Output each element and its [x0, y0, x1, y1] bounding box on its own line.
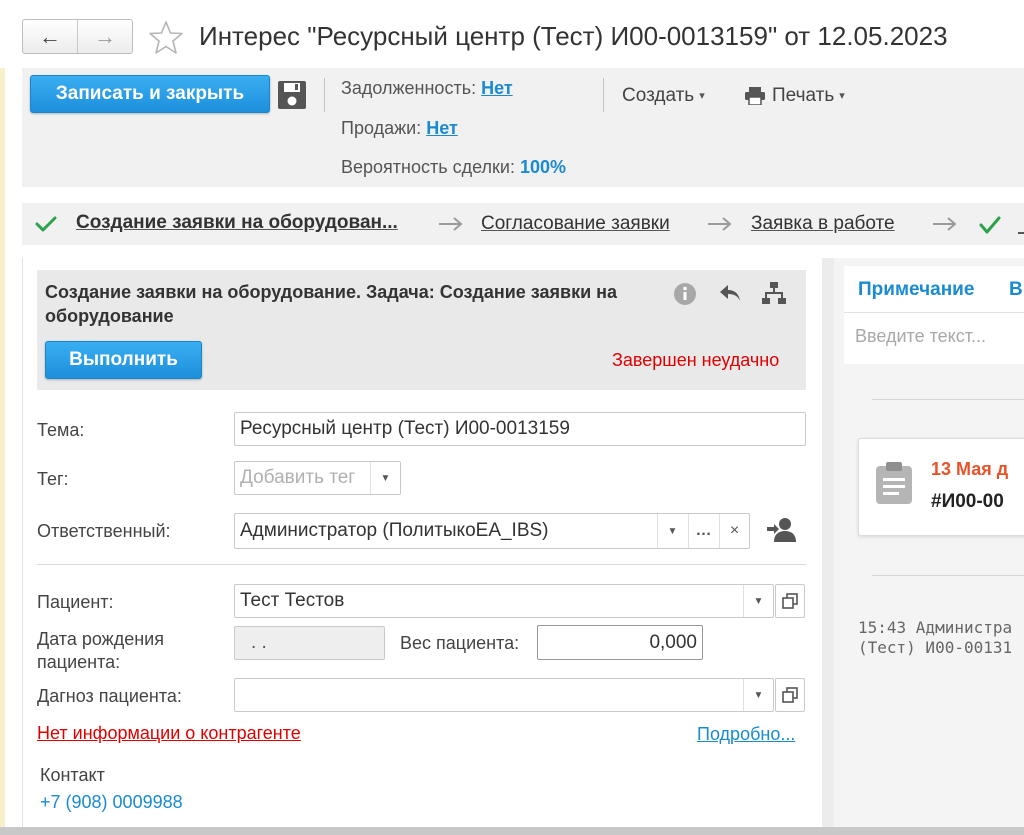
sales-info: Продажи: Нет [341, 118, 458, 139]
debt-link[interactable]: Нет [481, 78, 513, 98]
topic-label: Тема: [37, 420, 85, 440]
weight-input[interactable]: 0,000 [537, 625, 703, 660]
tab-other[interactable]: В [1009, 279, 1023, 301]
weight-label: Вес пациента: [400, 633, 520, 653]
timeline-divider [872, 399, 1024, 400]
tab-divider [844, 312, 1024, 313]
chevron-down-icon[interactable]: ▼ [657, 514, 687, 548]
info-icon[interactable] [673, 282, 697, 306]
favorite-star-icon[interactable] [147, 19, 185, 57]
debt-label: Задолженность: [341, 78, 477, 98]
save-and-close-button[interactable]: Записать и закрыть [30, 75, 270, 113]
execute-button[interactable]: Выполнить [45, 341, 202, 379]
note-input[interactable]: Введите текст... [855, 326, 986, 347]
chevron-down-icon: ▾ [839, 90, 845, 103]
task-title: Создание заявки на оборудование. Задача:… [45, 282, 618, 326]
stage-next-partial[interactable] [1018, 214, 1024, 234]
chevron-down-icon[interactable]: ▼ [370, 462, 400, 494]
chevron-down-icon[interactable]: ▼ [743, 585, 773, 617]
open-window-icon [782, 593, 798, 609]
pane-splitter[interactable] [822, 258, 834, 835]
timeline-divider-2 [872, 575, 1024, 576]
arrow-right-icon [708, 217, 732, 231]
patient-value: Тест Тестов [240, 590, 345, 611]
patient-input[interactable]: Тест Тестов ▼ [234, 584, 774, 618]
tab-note[interactable]: Примечание [858, 279, 974, 301]
open-window-icon [782, 687, 798, 703]
forward-button[interactable]: → [77, 20, 132, 53]
open-patient-button[interactable] [775, 584, 805, 618]
hierarchy-icon[interactable] [761, 281, 787, 305]
probability-value: 100% [519, 157, 567, 177]
tag-placeholder: Добавить тег [240, 467, 356, 488]
toolbar-divider-2 [603, 78, 604, 112]
diagnosis-label: Дагноз пациента: [37, 686, 182, 706]
printer-icon[interactable] [744, 87, 766, 105]
clear-icon[interactable]: × [719, 514, 749, 548]
diagnosis-input[interactable]: ▼ [234, 678, 774, 712]
arrow-right-icon [439, 217, 463, 231]
no-contractor-info-link[interactable]: Нет информации о контрагенте [37, 723, 301, 744]
chevron-down-icon: ▾ [699, 90, 705, 103]
tag-input[interactable]: Добавить тег ▼ [234, 461, 401, 495]
tag-label: Тег: [37, 469, 69, 489]
contact-phone-link[interactable]: +7 (908) 0009988 [40, 792, 183, 813]
stage-approval[interactable]: Согласование заявки [481, 213, 670, 235]
details-link[interactable]: Подробно... [697, 724, 795, 745]
page-title: Интерес "Ресурсный центр (Тест) И00-0013… [199, 21, 948, 51]
event-id: #И00-00 [931, 491, 1004, 512]
responsible-label: Ответственный: [37, 521, 171, 541]
stage-create-request[interactable]: Создание заявки на оборудован... [76, 212, 398, 234]
section-divider [37, 564, 806, 565]
log-line-1: 15:43 Администра [858, 618, 1013, 637]
debt-info: Задолженность: Нет [341, 78, 513, 99]
print-menu-button[interactable]: Печать ▾ [772, 85, 845, 107]
contact-heading: Контакт [40, 765, 105, 785]
stage-in-progress[interactable]: Заявка в работе [751, 213, 895, 235]
responsible-value: Администратор (ПолитыкоЕА_IBS) [240, 520, 549, 541]
responsible-input[interactable]: Администратор (ПолитыкоЕА_IBS) ▼ … × [234, 513, 750, 549]
clipboard-icon [876, 462, 912, 504]
create-label: Создать [622, 85, 695, 106]
topic-input[interactable]: Ресурсный центр (Тест) И00-0013159 [234, 412, 806, 446]
sales-link[interactable]: Нет [426, 118, 458, 138]
log-line-2: (Тест) И00-00131 [858, 638, 1013, 657]
toolbar-divider [324, 78, 325, 112]
create-menu-button[interactable]: Создать ▾ [622, 85, 705, 107]
check-icon [35, 216, 57, 232]
probability-info: Вероятность сделки: 100% [341, 157, 566, 178]
reply-icon[interactable] [718, 283, 742, 303]
check-icon [979, 216, 1001, 234]
event-date: 13 Мая д [931, 459, 1009, 479]
probability-label: Вероятность сделки: [341, 157, 515, 177]
window-edge [0, 68, 5, 835]
save-icon[interactable] [276, 78, 308, 112]
birthdate-label: Дата рождения пациента: [37, 629, 164, 672]
arrow-right-icon [933, 217, 957, 231]
task-status: Завершен неудачно [612, 350, 780, 370]
chevron-down-icon[interactable]: ▼ [743, 679, 773, 711]
horizontal-scrollbar[interactable] [0, 827, 1024, 835]
select-more-button[interactable]: … [688, 514, 718, 548]
history-nav: ← → [22, 19, 133, 54]
open-diagnosis-button[interactable] [775, 678, 805, 712]
birthdate-input[interactable]: . . [234, 626, 385, 660]
back-button[interactable]: ← [23, 20, 77, 53]
assign-user-icon[interactable] [766, 516, 798, 544]
print-label: Печать [772, 85, 835, 106]
sales-label: Продажи: [341, 118, 422, 138]
patient-label: Пациент: [37, 592, 114, 612]
